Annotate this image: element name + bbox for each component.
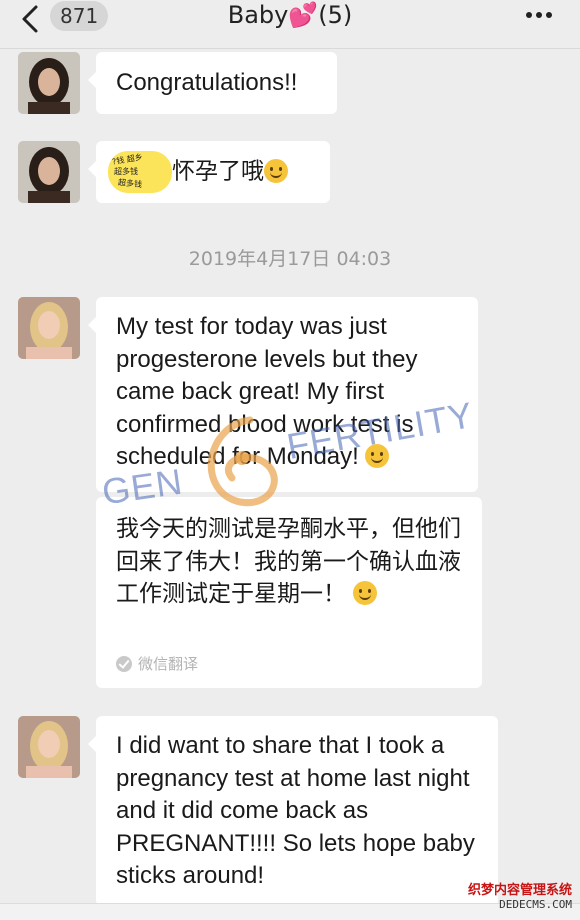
site-watermark-line1: 织梦内容管理系统 [467,883,572,898]
message-bubble[interactable]: Congratulations!! [88,52,337,114]
message-bubble[interactable]: I did want to share that I took a pregna… [88,716,498,906]
message-bubble[interactable]: ?钱 超乡 超多钱 超多钱 怀孕了哦 [88,141,330,203]
message-timestamp: 2019年4月17日 04:03 [188,248,392,270]
avatar[interactable] [18,716,80,778]
chat-member-count: (5) [318,1,353,29]
avatar-image [18,716,80,778]
more-options-icon[interactable] [524,5,554,25]
avatar[interactable] [18,297,80,359]
chat-title-name: Baby [227,1,289,29]
chat-title: Baby💕(5) [0,0,580,30]
site-watermark: 织梦内容管理系统 DEDECMS.COM [468,884,572,912]
smile-emoji-icon [353,581,378,605]
smile-emoji-icon [365,444,390,468]
avatar-image [18,141,80,203]
site-watermark-line2: DEDECMS.COM [499,898,572,911]
money-sticker: ?钱 超乡 超多钱 超多钱 [108,151,172,193]
avatar-image [18,52,80,114]
avatar[interactable] [18,52,80,114]
message-bubble[interactable]: My test for today was just progesterone … [88,297,478,492]
translation-text: 我今天的测试是孕酮水平，但他们回来了伟大！我的第一个确认血液工作测试定于星期一！ [116,516,461,607]
check-icon [116,656,132,672]
chat-title-emoji: 💕 [288,1,319,29]
translation-bubble[interactable]: 我今天的测试是孕酮水平，但他们回来了伟大！我的第一个确认血液工作测试定于星期一！… [96,497,482,688]
message-text: 怀孕了哦 [172,158,264,185]
avatar-image [18,297,80,359]
smile-emoji-icon [264,158,288,183]
avatar[interactable] [18,141,80,203]
message-content: ?钱 超乡 超多钱 超多钱 怀孕了哦 [108,151,316,193]
translation-note: 微信翻译 [116,653,198,674]
message-text: I did want to share that I took a pregna… [116,732,475,889]
chat-header: 871 Baby💕(5) [0,0,580,49]
message-text: My test for today was just progesterone … [116,313,418,470]
message-text: Congratulations!! [116,69,298,96]
